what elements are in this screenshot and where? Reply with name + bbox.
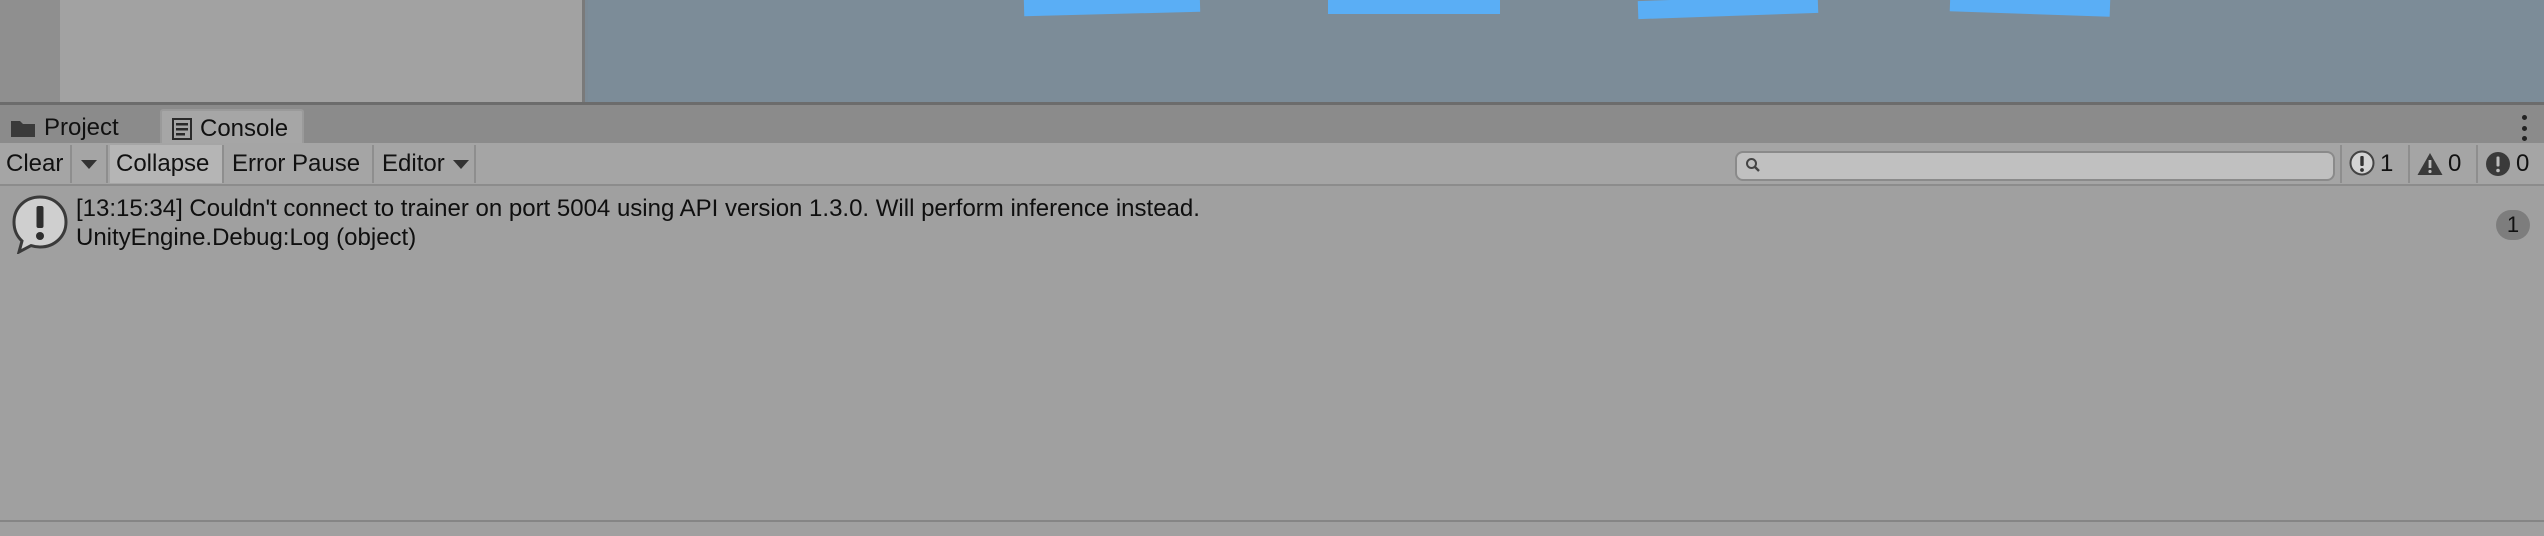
hierarchy-panel bbox=[0, 0, 585, 102]
info-count: 1 bbox=[2380, 150, 2394, 177]
warning-filter-toggle[interactable]: 0 bbox=[2408, 145, 2474, 183]
hierarchy-gutter bbox=[0, 0, 60, 102]
scene-view[interactable] bbox=[588, 0, 2544, 102]
search-icon bbox=[1745, 153, 1761, 179]
chevron-down-icon bbox=[81, 159, 97, 169]
scene-object bbox=[1328, 0, 1500, 14]
console-log-list[interactable]: [13:15:34] Couldn't connect to trainer o… bbox=[0, 186, 2544, 520]
log-entry[interactable]: [13:15:34] Couldn't connect to trainer o… bbox=[0, 188, 2544, 255]
tab-label: Console bbox=[200, 114, 289, 142]
tab-console[interactable]: Console bbox=[160, 109, 305, 146]
log-collapse-count-badge: 1 bbox=[2496, 210, 2530, 240]
log-message: [13:15:34] Couldn't connect to trainer o… bbox=[76, 195, 1200, 222]
info-icon bbox=[2348, 150, 2376, 178]
tab-label: Project bbox=[44, 113, 119, 141]
chevron-down-icon bbox=[452, 159, 469, 169]
error-icon bbox=[2484, 150, 2512, 178]
scene-object bbox=[1023, 0, 1201, 17]
warning-icon bbox=[2416, 151, 2444, 177]
error-pause-button[interactable]: Error Pause bbox=[226, 145, 374, 183]
console-toolbar: Clear Collapse Error Pause Editor 1 0 0 bbox=[0, 143, 2544, 186]
tab-project[interactable]: Project bbox=[0, 109, 133, 146]
clear-button-label: Clear bbox=[6, 150, 64, 177]
error-pause-button-label: Error Pause bbox=[232, 150, 361, 177]
console-search[interactable] bbox=[1735, 151, 2335, 181]
search-input[interactable] bbox=[1769, 153, 2333, 179]
info-icon bbox=[10, 194, 70, 259]
folder-icon bbox=[10, 118, 36, 138]
upper-panels bbox=[0, 0, 2544, 102]
editor-dropdown[interactable]: Editor bbox=[376, 145, 476, 183]
editor-dropdown-label: Editor bbox=[382, 150, 445, 177]
more-options-icon[interactable] bbox=[2520, 115, 2528, 141]
info-filter-toggle[interactable]: 1 bbox=[2340, 145, 2406, 183]
scene-object bbox=[1637, 0, 1819, 20]
collapse-button-label: Collapse bbox=[116, 150, 210, 177]
console-detail-splitter[interactable] bbox=[0, 520, 2544, 536]
error-filter-toggle[interactable]: 0 bbox=[2476, 145, 2542, 183]
error-count: 0 bbox=[2516, 150, 2530, 177]
scene-object bbox=[1949, 0, 2111, 17]
console-icon bbox=[172, 117, 192, 140]
bottom-dock-tab-bar: Project Console bbox=[0, 102, 2544, 146]
collapse-button[interactable]: Collapse bbox=[110, 145, 224, 183]
warning-count: 0 bbox=[2448, 150, 2462, 177]
clear-options-dropdown[interactable] bbox=[72, 145, 108, 183]
log-entry-text: [13:15:34] Couldn't connect to trainer o… bbox=[76, 194, 1200, 252]
clear-button[interactable]: Clear bbox=[0, 145, 72, 183]
log-stack-trace: UnityEngine.Debug:Log (object) bbox=[76, 224, 417, 251]
